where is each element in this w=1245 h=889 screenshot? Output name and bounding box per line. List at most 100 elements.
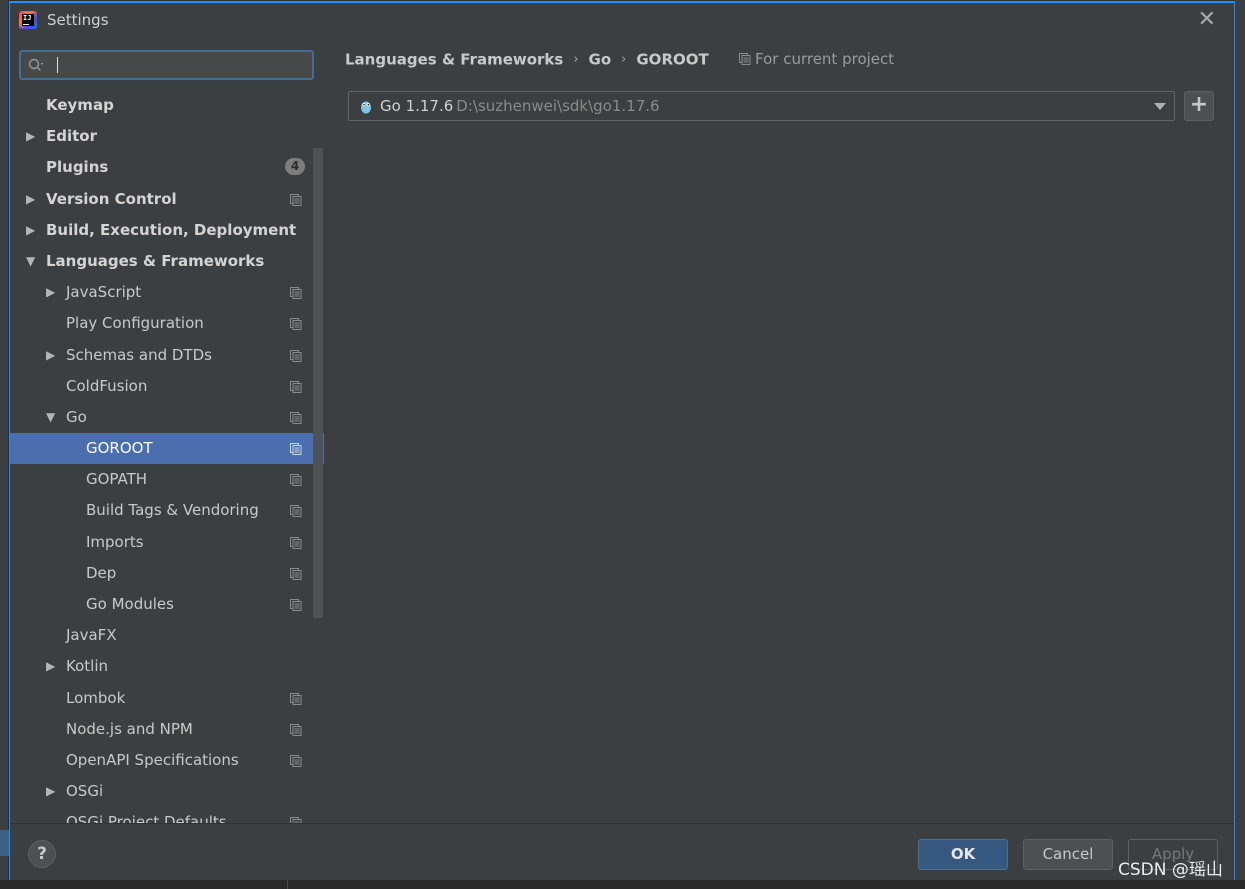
tree-item[interactable]: ColdFusion	[10, 371, 324, 402]
collapse-arrow-icon[interactable]: ▶	[26, 184, 35, 215]
tree-item[interactable]: JavaFX	[10, 620, 324, 651]
tree-item-label: JavaScript	[66, 283, 142, 302]
expand-arrow-icon[interactable]: ▼	[26, 246, 35, 277]
scope-text: For current project	[755, 50, 895, 68]
chevron-down-icon[interactable]	[1154, 103, 1166, 110]
tree-item[interactable]: ▼ Go	[10, 402, 324, 433]
tree-item[interactable]: Imports	[10, 527, 324, 558]
tree-item[interactable]: GOPATH	[10, 464, 324, 495]
plugins-update-badge: 4	[285, 158, 305, 176]
tree-item-label: OSGi Project Defaults	[66, 813, 227, 823]
tree-item-label: JavaFX	[66, 626, 117, 645]
tree-item[interactable]: OpenAPI Specifications	[10, 745, 324, 776]
tree-item[interactable]: ▶ Editor	[10, 121, 324, 152]
close-icon[interactable]: ✕	[1198, 7, 1216, 33]
tree-item-label: Kotlin	[66, 657, 108, 676]
cancel-button[interactable]: Cancel	[1023, 839, 1113, 870]
tree-item[interactable]: ▶ OSGi	[10, 776, 324, 807]
tree-item[interactable]: ▶ Version Control	[10, 184, 324, 215]
project-scope-icon	[739, 53, 751, 65]
tree-item-label: Lombok	[66, 688, 126, 707]
tree-item-label: OSGi	[66, 782, 104, 801]
tree-item-label: GOPATH	[86, 470, 148, 489]
project-level-icon	[290, 536, 302, 549]
collapse-arrow-icon[interactable]: ▶	[46, 277, 55, 308]
tree-item-label: Schemas and DTDs	[66, 345, 212, 364]
project-level-icon	[290, 692, 302, 705]
settings-sidebar: Keymap ▶ Editor Plugins 4 ▶ Version Control ▶ Bu…	[10, 37, 324, 823]
tree-item[interactable]: OSGi Project Defaults	[10, 807, 324, 823]
tree-item[interactable]: Dep	[10, 558, 324, 589]
dialog-footer: ? OK Cancel Apply	[10, 823, 1234, 880]
tree-item-label: Imports	[86, 532, 144, 551]
tree-item-label: Play Configuration	[66, 314, 204, 333]
breadcrumb-item: GOROOT	[636, 50, 709, 69]
project-level-icon	[290, 411, 302, 424]
breadcrumb-item: Languages & Frameworks	[345, 50, 564, 69]
project-level-icon	[290, 567, 302, 580]
background-ide-bottom-edge	[0, 880, 1245, 889]
ok-button[interactable]: OK	[918, 839, 1008, 870]
title-bar: IJ Settings ✕	[10, 3, 1234, 37]
tree-item-label: Build, Execution, Deployment	[46, 220, 297, 239]
sidebar-scrollbar[interactable]	[313, 148, 323, 618]
background-selection-mark	[0, 830, 9, 856]
tree-item[interactable]: Build Tags & Vendoring	[10, 495, 324, 526]
tree-item-label: Go	[66, 407, 87, 426]
tree-item[interactable]: ▶ JavaScript	[10, 277, 324, 308]
tree-item-label: GOROOT	[86, 439, 153, 458]
project-level-icon	[290, 505, 302, 518]
project-level-icon	[290, 380, 302, 393]
goroot-sdk-select[interactable]: Go 1.17.6 D:\suzhenwei\sdk\go1.17.6	[348, 91, 1175, 121]
search-icon	[28, 58, 44, 71]
collapse-arrow-icon[interactable]: ▶	[46, 776, 55, 807]
tree-item[interactable]: ▼ Languages & Frameworks	[10, 246, 324, 277]
tree-item-label: Keymap	[46, 96, 114, 114]
help-button[interactable]: ?	[28, 840, 56, 868]
tree-item[interactable]: Plugins 4	[10, 152, 324, 183]
tree-item-label: Node.js and NPM	[66, 719, 193, 738]
settings-search-box[interactable]	[19, 50, 314, 80]
tree-item[interactable]: Lombok	[10, 683, 324, 714]
tree-item-label: OpenAPI Specifications	[66, 750, 239, 769]
collapse-arrow-icon[interactable]: ▶	[26, 215, 35, 246]
settings-dialog: IJ Settings ✕ Keymap ▶ Editor Plugins 4 ▶ Vers…	[9, 1, 1235, 880]
collapse-arrow-icon[interactable]: ▶	[46, 340, 55, 371]
sdk-name: Go 1.17.6	[380, 97, 454, 115]
breadcrumb-item: Go	[588, 50, 612, 69]
project-level-icon	[290, 287, 302, 300]
settings-tree: Keymap ▶ Editor Plugins 4 ▶ Version Control ▶ Bu…	[10, 90, 324, 823]
tree-item[interactable]: Node.js and NPM	[10, 714, 324, 745]
breadcrumb-separator: ›	[621, 52, 627, 67]
tree-item[interactable]: GOROOT	[10, 433, 324, 465]
sdk-path: D:\suzhenwei\sdk\go1.17.6	[456, 97, 660, 115]
breadcrumb: Languages & Frameworks › Go › GOROOT	[345, 50, 709, 69]
project-level-icon	[290, 443, 302, 456]
tree-item[interactable]: ▶ Build, Execution, Deployment	[10, 215, 324, 246]
expand-arrow-icon[interactable]: ▼	[46, 402, 55, 433]
background-ide-left-edge	[0, 0, 9, 889]
tree-item-label: Languages & Frameworks	[46, 251, 265, 270]
collapse-arrow-icon[interactable]: ▶	[46, 651, 55, 682]
tree-item-label: Plugins	[46, 158, 109, 177]
gopher-icon	[361, 101, 371, 114]
tree-item[interactable]: ▶ Schemas and DTDs	[10, 340, 324, 371]
project-level-icon	[290, 318, 302, 331]
tree-item[interactable]: Keymap	[10, 90, 324, 121]
settings-content: Languages & Frameworks › Go › GOROOT For cur…	[324, 37, 1234, 823]
tree-item[interactable]: Play Configuration	[10, 308, 324, 339]
tree-item[interactable]: ▶ Kotlin	[10, 651, 324, 682]
search-input[interactable]	[53, 55, 303, 75]
project-level-icon	[290, 349, 302, 362]
tree-item-label: Go Modules	[86, 595, 174, 613]
project-level-icon	[290, 599, 302, 611]
scope-label: For current project	[739, 50, 894, 68]
collapse-arrow-icon[interactable]: ▶	[26, 121, 35, 152]
project-level-icon	[290, 474, 302, 487]
csdn-watermark: CSDN @瑶山	[1118, 860, 1223, 880]
tree-item[interactable]: Go Modules	[10, 589, 324, 620]
add-sdk-button[interactable]: +	[1184, 91, 1214, 121]
tree-item-label: ColdFusion	[66, 376, 148, 395]
intellij-idea-icon: IJ	[19, 11, 37, 29]
tree-item-label: Editor	[46, 127, 97, 146]
